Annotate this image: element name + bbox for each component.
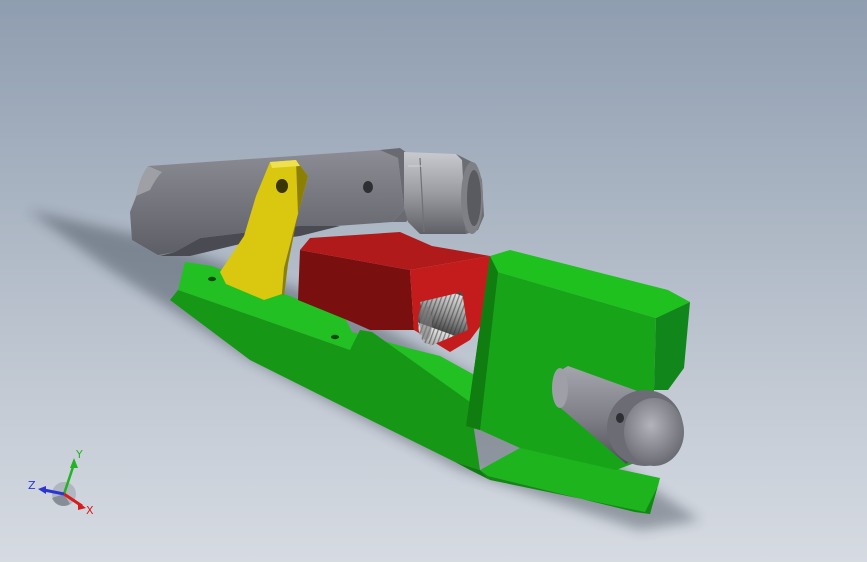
x-axis-label: X bbox=[86, 504, 94, 517]
base-hole-icon bbox=[208, 276, 216, 282]
model-scene[interactable] bbox=[0, 0, 867, 562]
lever-pivot-hole-icon bbox=[363, 181, 373, 193]
y-axis-label: Y bbox=[75, 448, 83, 461]
graphics-viewport[interactable]: Y X Z bbox=[0, 0, 867, 562]
coordinate-triad[interactable]: Y X Z bbox=[22, 444, 102, 524]
sleeve-nut[interactable] bbox=[404, 152, 484, 234]
pin-hole-icon bbox=[616, 413, 624, 423]
z-axis-label: Z bbox=[28, 479, 36, 492]
link-hole-icon bbox=[276, 179, 288, 193]
base-hole-icon bbox=[331, 334, 339, 340]
